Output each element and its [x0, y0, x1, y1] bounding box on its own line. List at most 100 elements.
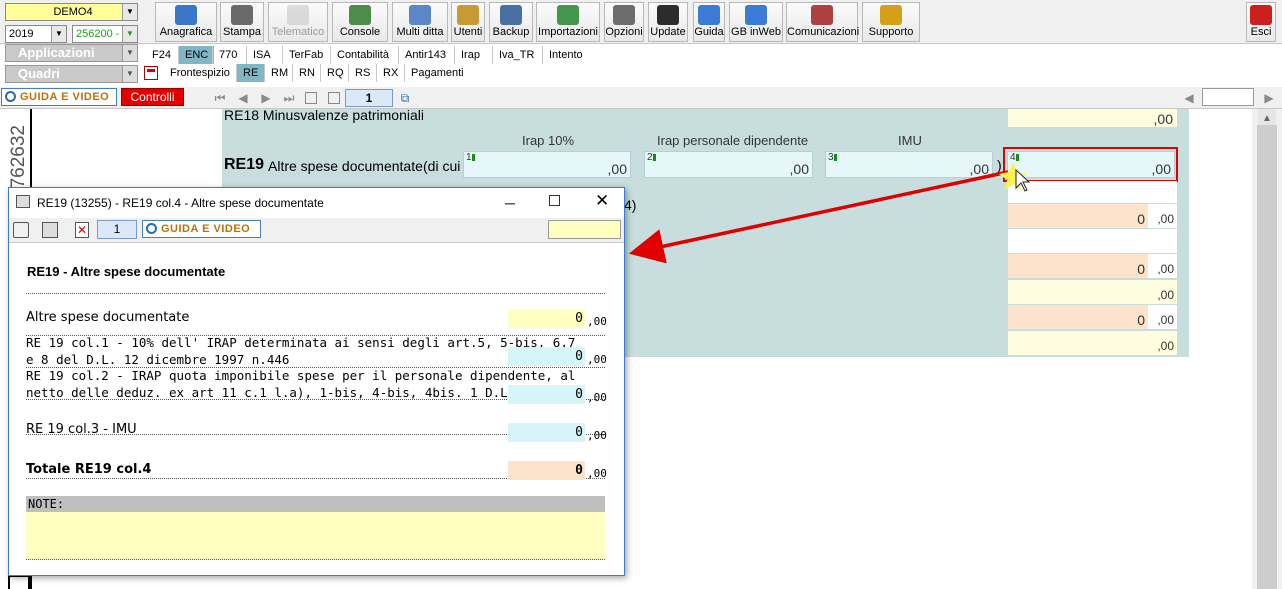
vertical-scrollbar[interactable]: ▲: [1252, 109, 1282, 589]
comunicazioni-button[interactable]: Comunicazioni: [786, 2, 859, 42]
applicazioni-select[interactable]: Applicazioni ▼: [5, 44, 138, 62]
delete-icon[interactable]: ✕: [75, 222, 89, 238]
popup-guida-button[interactable]: GUIDA E VIDEO: [142, 220, 261, 238]
chevron-down-icon[interactable]: ▼: [122, 45, 137, 61]
popup-search-field[interactable]: [548, 220, 621, 239]
wrench-icon: [613, 5, 635, 25]
chevron-down-icon[interactable]: ▼: [122, 4, 137, 20]
supporto-button[interactable]: Supporto: [862, 2, 920, 42]
controlli-button[interactable]: Controlli: [121, 88, 184, 106]
tab-rm[interactable]: RM: [264, 64, 294, 82]
toolbar-button-label: Importazioni: [538, 26, 598, 38]
tab-frontespizio[interactable]: Frontespizio: [164, 64, 236, 82]
chevron-down-icon[interactable]: ▼: [51, 26, 66, 42]
row-value-4[interactable]: 0: [1008, 305, 1148, 329]
page-number-field[interactable]: 1: [345, 89, 393, 107]
side-number-strip: 9762632: [8, 109, 30, 199]
stampa-button[interactable]: Stampa: [220, 2, 264, 42]
toolbar-button-label: Stampa: [223, 26, 261, 38]
exit-icon[interactable]: [13, 222, 29, 238]
console-button[interactable]: Console: [332, 2, 388, 42]
popup-line-decimals: ,00: [587, 467, 607, 480]
pdf-icon[interactable]: [144, 66, 158, 80]
cloud-icon: [745, 5, 767, 25]
tab-rn[interactable]: RN: [292, 64, 321, 82]
popup-line-value: 0: [575, 311, 583, 326]
tab-rx[interactable]: RX: [376, 64, 404, 82]
row-dec-1: ,00: [1148, 204, 1177, 228]
row-value-5[interactable]: ,00: [1008, 331, 1177, 355]
anagrafica-button[interactable]: Anagrafica: [155, 2, 217, 42]
toolbar-button-label: Utenti: [453, 26, 483, 38]
tab-rq[interactable]: RQ: [320, 64, 350, 82]
re18-field[interactable]: ,00: [1008, 109, 1177, 127]
minimize-icon[interactable]: ─: [505, 195, 515, 211]
popup-page-field[interactable]: 1: [97, 220, 137, 239]
utenti-button[interactable]: Utenti: [451, 2, 485, 42]
update-button[interactable]: Update: [648, 2, 688, 42]
popup-titlebar[interactable]: RE19 (13255) - RE19 col.4 - Altre spese …: [9, 188, 624, 218]
multi-ditta-button[interactable]: Multi ditta: [392, 2, 448, 42]
company-select[interactable]: DEMO4 ▼: [5, 3, 138, 21]
row-1-dec: ,00: [1157, 212, 1174, 226]
importazioni-button[interactable]: Importazioni: [536, 2, 600, 42]
backup-button[interactable]: Backup: [489, 2, 533, 42]
popup-page-value: 1: [113, 222, 121, 236]
toolbar-button-label: Opzioni: [605, 26, 643, 38]
scroll-up-icon[interactable]: ▲: [1262, 113, 1272, 124]
popup-line-value-field[interactable]: 0: [508, 423, 585, 442]
popup-line-value-field[interactable]: 0: [508, 461, 585, 480]
note-textarea[interactable]: [26, 512, 605, 560]
popup-line-value-field[interactable]: 0: [508, 309, 585, 328]
esci-button[interactable]: Esci: [1246, 2, 1276, 42]
popup-line-value: 0: [575, 463, 583, 478]
close-icon[interactable]: ✕: [595, 191, 609, 211]
tab-irap[interactable]: Irap: [454, 46, 486, 64]
tab-rs[interactable]: RS: [348, 64, 376, 82]
tab-f24[interactable]: F24: [146, 46, 177, 64]
tab-antir143[interactable]: Antir143: [398, 46, 452, 64]
delete-page-icon[interactable]: [328, 92, 340, 104]
tab-isa[interactable]: ISA: [246, 46, 277, 64]
guida-button[interactable]: Guida: [693, 2, 725, 42]
code-select-value: 256200 -: [76, 28, 120, 40]
year-select[interactable]: 2019 ▼: [5, 25, 67, 43]
quadri-select[interactable]: Quadri ▼: [5, 65, 138, 83]
magnifier-icon: [146, 223, 157, 234]
popup-line-value-field[interactable]: 0: [508, 347, 585, 366]
gb-inweb-button[interactable]: GB inWeb: [729, 2, 783, 42]
scrollbar-thumb[interactable]: [1257, 125, 1277, 589]
next-page-icon[interactable]: ▶: [259, 91, 273, 105]
re19-col1-field[interactable]: 1 ,00: [463, 151, 631, 178]
printer-icon[interactable]: [42, 222, 58, 238]
tab-770[interactable]: 770: [212, 46, 243, 64]
tab-re[interactable]: RE: [236, 64, 265, 82]
tab-contabilità[interactable]: Contabilità: [330, 46, 395, 64]
scroll-left-icon[interactable]: ◀: [1182, 91, 1196, 105]
tab-pagamenti[interactable]: Pagamenti: [404, 64, 470, 82]
new-page-icon[interactable]: [305, 92, 317, 104]
popup-heading: RE19 - Altre spese documentate: [27, 264, 226, 279]
toolbar-button-label: Supporto: [868, 26, 914, 38]
tab-intento[interactable]: Intento: [542, 46, 589, 64]
goto-field[interactable]: [1202, 88, 1254, 106]
prev-page-icon[interactable]: ◀: [236, 91, 250, 105]
maximize-icon[interactable]: [549, 195, 560, 206]
chevron-down-icon[interactable]: ▼: [122, 66, 137, 82]
tab-iva_tr[interactable]: Iva_TR: [492, 46, 540, 64]
guida-video-button[interactable]: GUIDA E VIDEO: [1, 88, 117, 106]
toolbar-button-label: Update: [650, 26, 686, 38]
code-select[interactable]: 256200 - ▼: [72, 25, 138, 43]
popup-line-value-field[interactable]: 0: [508, 385, 585, 404]
search-page-icon[interactable]: ⧉: [398, 91, 412, 105]
row-value-3[interactable]: ,00: [1008, 280, 1177, 304]
scroll-right-icon[interactable]: ▶: [1262, 91, 1276, 105]
popup-line-value: 0: [575, 387, 583, 402]
first-page-icon[interactable]: ⏮: [213, 91, 227, 105]
telematico-button[interactable]: Telematico: [268, 2, 328, 42]
opzioni-button[interactable]: Opzioni: [604, 2, 644, 42]
chevron-down-icon[interactable]: ▼: [122, 26, 137, 42]
tab-enc[interactable]: ENC: [178, 46, 215, 64]
last-page-icon[interactable]: ⏭: [282, 91, 296, 105]
tab-terfab[interactable]: TerFab: [282, 46, 329, 64]
